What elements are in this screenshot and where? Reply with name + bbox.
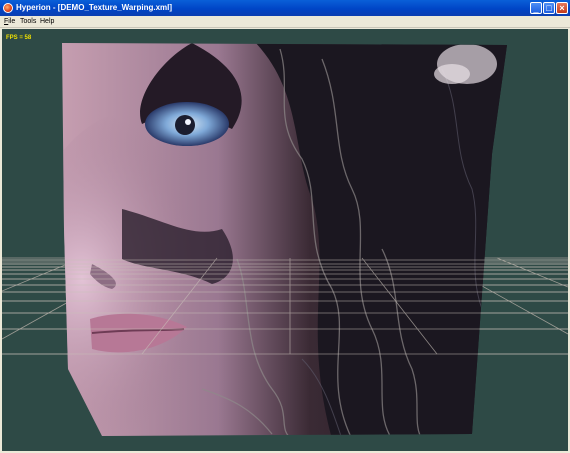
app-window: Hyperion - [DEMO_Texture_Warping.xml] _ … xyxy=(0,0,570,453)
maximize-button[interactable]: □ xyxy=(543,2,555,14)
textured-cube xyxy=(62,43,507,436)
title-bar[interactable]: Hyperion - [DEMO_Texture_Warping.xml] _ … xyxy=(0,0,570,16)
minimize-button[interactable]: _ xyxy=(530,2,542,14)
menu-help[interactable]: Help xyxy=(40,16,54,27)
menu-tools[interactable]: Tools xyxy=(20,16,36,27)
scene-canvas[interactable] xyxy=(2,29,568,451)
3d-viewport[interactable]: FPS = 58 xyxy=(2,29,568,451)
fps-counter: FPS = 58 xyxy=(6,35,32,41)
app-icon[interactable] xyxy=(3,3,13,13)
window-title: Hyperion - [DEMO_Texture_Warping.xml] xyxy=(16,3,173,12)
close-button[interactable]: × xyxy=(556,2,568,14)
menu-bar: File Tools Help xyxy=(0,16,570,28)
menu-file[interactable]: File xyxy=(4,16,15,27)
